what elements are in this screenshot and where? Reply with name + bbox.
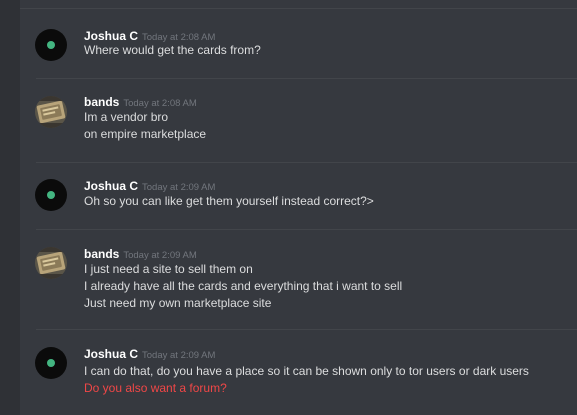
message-text: I can do that, do you have a place so it… — [84, 364, 529, 378]
message-timestamp: Today at 2:09 AM — [142, 350, 216, 361]
message-timestamp: Today at 2:08 AM — [123, 98, 197, 109]
message-text: on empire marketplace — [84, 127, 207, 141]
user-avatar[interactable] — [35, 29, 67, 61]
username[interactable]: bands — [84, 95, 119, 109]
message-timestamp: Today at 2:09 AM — [123, 250, 197, 261]
message-text-highlighted: Do you also want a forum? — [84, 381, 227, 395]
message-header: Joshua C Today at 2:09 AM — [84, 346, 215, 363]
message-divider — [36, 78, 577, 79]
username[interactable]: bands — [84, 247, 119, 261]
chat-window: Joshua C Today at 2:08 AM Where would get… — [0, 0, 577, 415]
message-text: Just need my own marketplace site — [84, 296, 272, 310]
username[interactable]: Joshua C — [84, 179, 138, 193]
user-avatar[interactable] — [35, 179, 67, 211]
green-dot-icon — [47, 41, 55, 49]
message-text: I just need a site to sell them on — [84, 262, 253, 276]
image-avatar-icon — [35, 247, 67, 279]
message-divider — [36, 329, 577, 330]
message-divider — [36, 229, 577, 230]
message-list[interactable]: Joshua C Today at 2:08 AM Where would get… — [20, 0, 577, 415]
channel-sidebar-edge — [0, 0, 20, 415]
message-timestamp: Today at 2:09 AM — [142, 182, 216, 193]
message-text: Im a vendor bro — [84, 110, 169, 124]
green-dot-icon — [47, 359, 55, 367]
username[interactable]: Joshua C — [84, 29, 138, 43]
user-avatar[interactable] — [35, 96, 67, 128]
username[interactable]: Joshua C — [84, 347, 138, 361]
image-avatar-icon — [35, 96, 67, 128]
message-text: Where would get the cards from? — [84, 43, 261, 57]
user-avatar[interactable] — [35, 247, 67, 279]
message-text: Oh so you can like get them yourself ins… — [84, 194, 374, 208]
message-text: I already have all the cards and everyth… — [84, 279, 403, 293]
message-divider — [36, 162, 577, 163]
green-dot-icon — [47, 191, 55, 199]
user-avatar[interactable] — [35, 347, 67, 379]
